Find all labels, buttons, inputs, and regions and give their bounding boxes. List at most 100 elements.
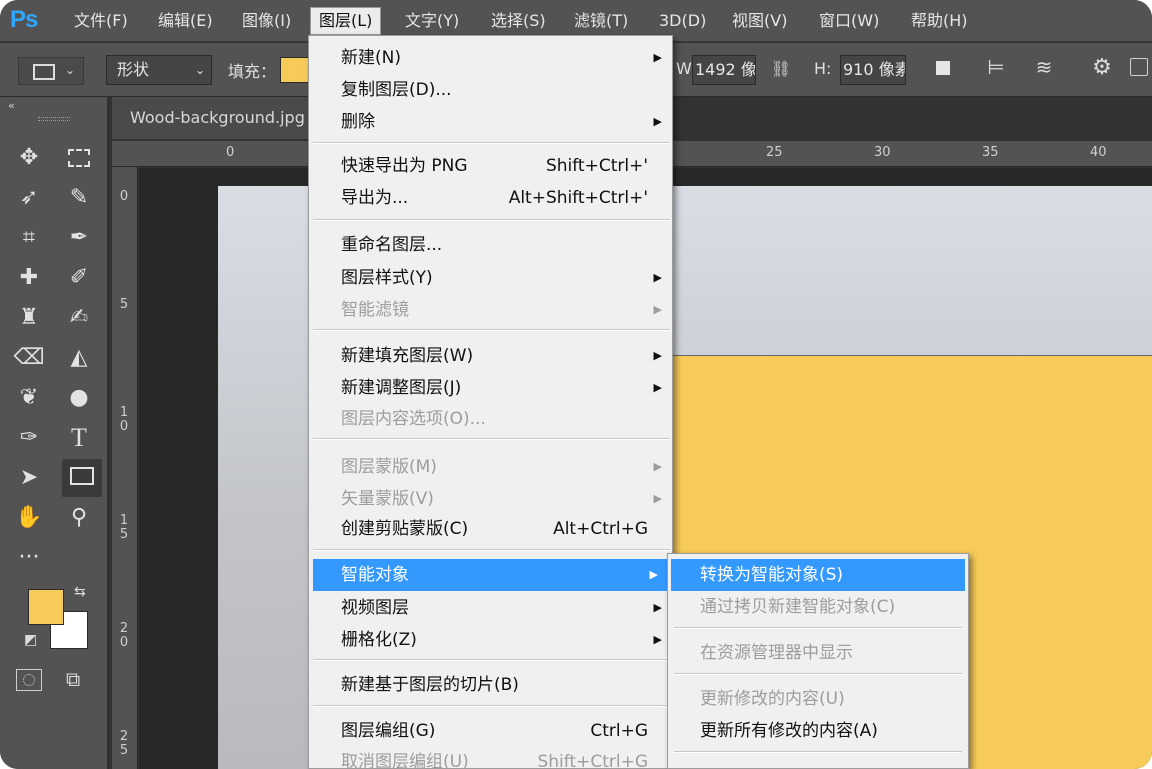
height-input[interactable]: 910 像素	[840, 55, 906, 85]
ruler-label: 5	[119, 527, 129, 542]
dodge-tool-icon[interactable]: ●	[62, 381, 96, 415]
rectangle-tool-icon[interactable]	[62, 459, 102, 497]
panel-grip[interactable]	[38, 117, 70, 121]
menu-item-new[interactable]: 新建(N) ▶	[309, 42, 672, 74]
menu-item-label: 复制图层(D)...	[341, 80, 452, 100]
menu-separator	[313, 219, 670, 221]
submenu-item-new-smart-object-via-copy: 通过拷贝新建智能对象(C)	[700, 597, 896, 617]
submenu-arrow-icon: ▶	[653, 633, 662, 646]
menu-item-delete[interactable]: 删除 ▶	[309, 106, 672, 138]
menu-item-smart-object[interactable]: 智能对象 ▶	[313, 559, 670, 591]
menu-item-create-clipping-mask[interactable]: 创建剪贴蒙版(C) Alt+Ctrl+G	[309, 513, 672, 545]
submenu-arrow-icon: ▶	[653, 303, 662, 316]
marquee-tool-icon[interactable]	[62, 141, 96, 175]
path-arrangement-icon[interactable]: ≋	[1030, 57, 1058, 77]
menu-separator	[674, 627, 962, 629]
ruler-label: 0	[226, 145, 235, 160]
menu-separator	[674, 751, 962, 753]
submenu-item-convert-to-smart-object[interactable]: 转换为智能对象(S)	[671, 559, 965, 591]
hand-tool-icon[interactable]: ✋	[12, 501, 46, 535]
align-edges-checkbox[interactable]	[1130, 58, 1148, 76]
menu-item-label: 新建基于图层的切片(B)	[341, 675, 519, 695]
rectangle-icon	[33, 64, 55, 80]
menu-item-label: 新建调整图层(J)	[341, 378, 462, 398]
default-colors-icon[interactable]: ◩	[24, 633, 37, 647]
menu-item-new-fill-layer[interactable]: 新建填充图层(W) ▶	[309, 340, 672, 372]
link-icon[interactable]: ⛓	[768, 61, 794, 77]
eraser-tool-icon[interactable]: ⌫	[12, 341, 46, 375]
submenu-item-update-all-modified-content[interactable]: 更新所有修改的内容(A)	[668, 715, 968, 747]
menu-item-label: 删除	[341, 112, 375, 132]
submenu-arrow-icon: ▶	[653, 115, 662, 128]
ruler-label: 1	[119, 513, 129, 528]
chevron-down-icon: ⌄	[65, 63, 76, 77]
submenu-arrow-icon: ▶	[653, 492, 662, 505]
menu-edit[interactable]: 编辑(E)	[156, 9, 215, 35]
width-input[interactable]: 1492 像	[692, 55, 756, 85]
menu-item-video-layers[interactable]: 视频图层 ▶	[309, 592, 672, 624]
height-label: H:	[814, 59, 832, 78]
history-brush-tool-icon[interactable]: ✍	[62, 301, 96, 335]
ruler-label: 35	[982, 145, 999, 160]
menu-view[interactable]: 视图(V)	[730, 9, 789, 35]
eyedropper-tool-icon[interactable]: ✒	[62, 221, 96, 255]
lasso-tool-icon[interactable]: ➶	[12, 181, 46, 215]
menu-item-shortcut: Alt+Shift+Ctrl+'	[508, 188, 648, 208]
menu-item-label: 视频图层	[341, 598, 409, 618]
tool-preset-picker[interactable]: ⌄	[18, 57, 84, 85]
submenu-arrow-icon: ▶	[653, 349, 662, 362]
menu-filter[interactable]: 滤镜(T)	[572, 9, 630, 35]
menu-item-layer-style[interactable]: 图层样式(Y) ▶	[309, 262, 672, 294]
submenu-arrow-icon: ▶	[653, 381, 662, 394]
menu-item-ungroup-layers: 取消图层编组(U) Shift+Ctrl+G	[309, 746, 672, 768]
clone-stamp-tool-icon[interactable]: ♜	[12, 301, 46, 335]
menu-item-export-as[interactable]: 导出为... Alt+Shift+Ctrl+'	[309, 182, 672, 214]
paint-bucket-tool-icon[interactable]: ◭	[62, 341, 96, 375]
path-alignment-icon[interactable]: ⊨	[984, 57, 1008, 77]
submenu-arrow-icon: ▶	[649, 568, 658, 581]
menu-item-shortcut: Alt+Ctrl+G	[553, 519, 648, 539]
menu-help[interactable]: 帮助(H)	[909, 9, 970, 35]
submenu-arrow-icon: ▶	[653, 51, 662, 64]
blur-tool-icon[interactable]: ❦	[12, 381, 46, 415]
ruler-label: 0	[119, 635, 129, 650]
magic-wand-tool-icon[interactable]: ✎	[62, 181, 96, 215]
menu-file[interactable]: 文件(F)	[72, 9, 130, 35]
menu-item-quick-export-png[interactable]: 快速导出为 PNG Shift+Ctrl+'	[309, 150, 672, 182]
more-tools-icon[interactable]: ···	[12, 541, 46, 575]
gear-icon[interactable]: ⚙	[1090, 57, 1114, 79]
menu-layer[interactable]: 图层(L)	[310, 7, 382, 35]
zoom-tool-icon[interactable]: ⚲	[62, 501, 96, 535]
healing-brush-tool-icon[interactable]: ✚	[12, 261, 46, 295]
fill-color-swatch[interactable]	[280, 57, 310, 83]
menu-separator	[313, 438, 670, 440]
menu-window[interactable]: 窗口(W)	[817, 9, 881, 35]
type-tool-icon[interactable]: T	[62, 421, 96, 455]
menu-item-rasterize[interactable]: 栅格化(Z) ▶	[309, 624, 672, 656]
brush-tool-icon[interactable]: ✐	[62, 261, 96, 295]
menu-type[interactable]: 文字(Y)	[403, 9, 461, 35]
menu-item-duplicate-layer[interactable]: 复制图层(D)...	[309, 74, 672, 106]
menu-image[interactable]: 图像(I)	[240, 9, 293, 35]
shape-mode-select[interactable]: 形状 ⌄	[106, 55, 212, 85]
pen-tool-icon[interactable]: ✑	[12, 421, 46, 455]
menu-select[interactable]: 选择(S)	[489, 9, 548, 35]
ruler-label: 0	[119, 419, 129, 434]
path-selection-tool-icon[interactable]: ➤	[12, 461, 46, 495]
move-tool-icon[interactable]: ✥	[12, 141, 46, 175]
document-tab[interactable]: Wood-background.jpg	[112, 97, 308, 139]
path-operations-icon[interactable]	[934, 59, 954, 79]
collapse-panel-icon[interactable]: «	[8, 99, 15, 112]
menu-item-new-layer-based-slice[interactable]: 新建基于图层的切片(B)	[309, 669, 672, 701]
menu-item-new-adjustment-layer[interactable]: 新建调整图层(J) ▶	[309, 372, 672, 404]
screen-mode-icon[interactable]: ⧉	[66, 669, 80, 689]
menu-item-label: 栅格化(Z)	[341, 630, 417, 650]
foreground-color-swatch[interactable]	[28, 589, 64, 625]
menu-item-rename-layer[interactable]: 重命名图层...	[309, 229, 672, 261]
menu-3d[interactable]: 3D(D)	[657, 9, 708, 35]
crop-tool-icon[interactable]: ⌗	[12, 221, 46, 255]
swap-colors-icon[interactable]: ⇆	[74, 585, 86, 599]
menu-item-label: 创建剪贴蒙版(C)	[341, 519, 469, 539]
menu-item-group-layers[interactable]: 图层编组(G) Ctrl+G	[309, 715, 672, 747]
quick-mask-icon[interactable]	[16, 669, 42, 691]
